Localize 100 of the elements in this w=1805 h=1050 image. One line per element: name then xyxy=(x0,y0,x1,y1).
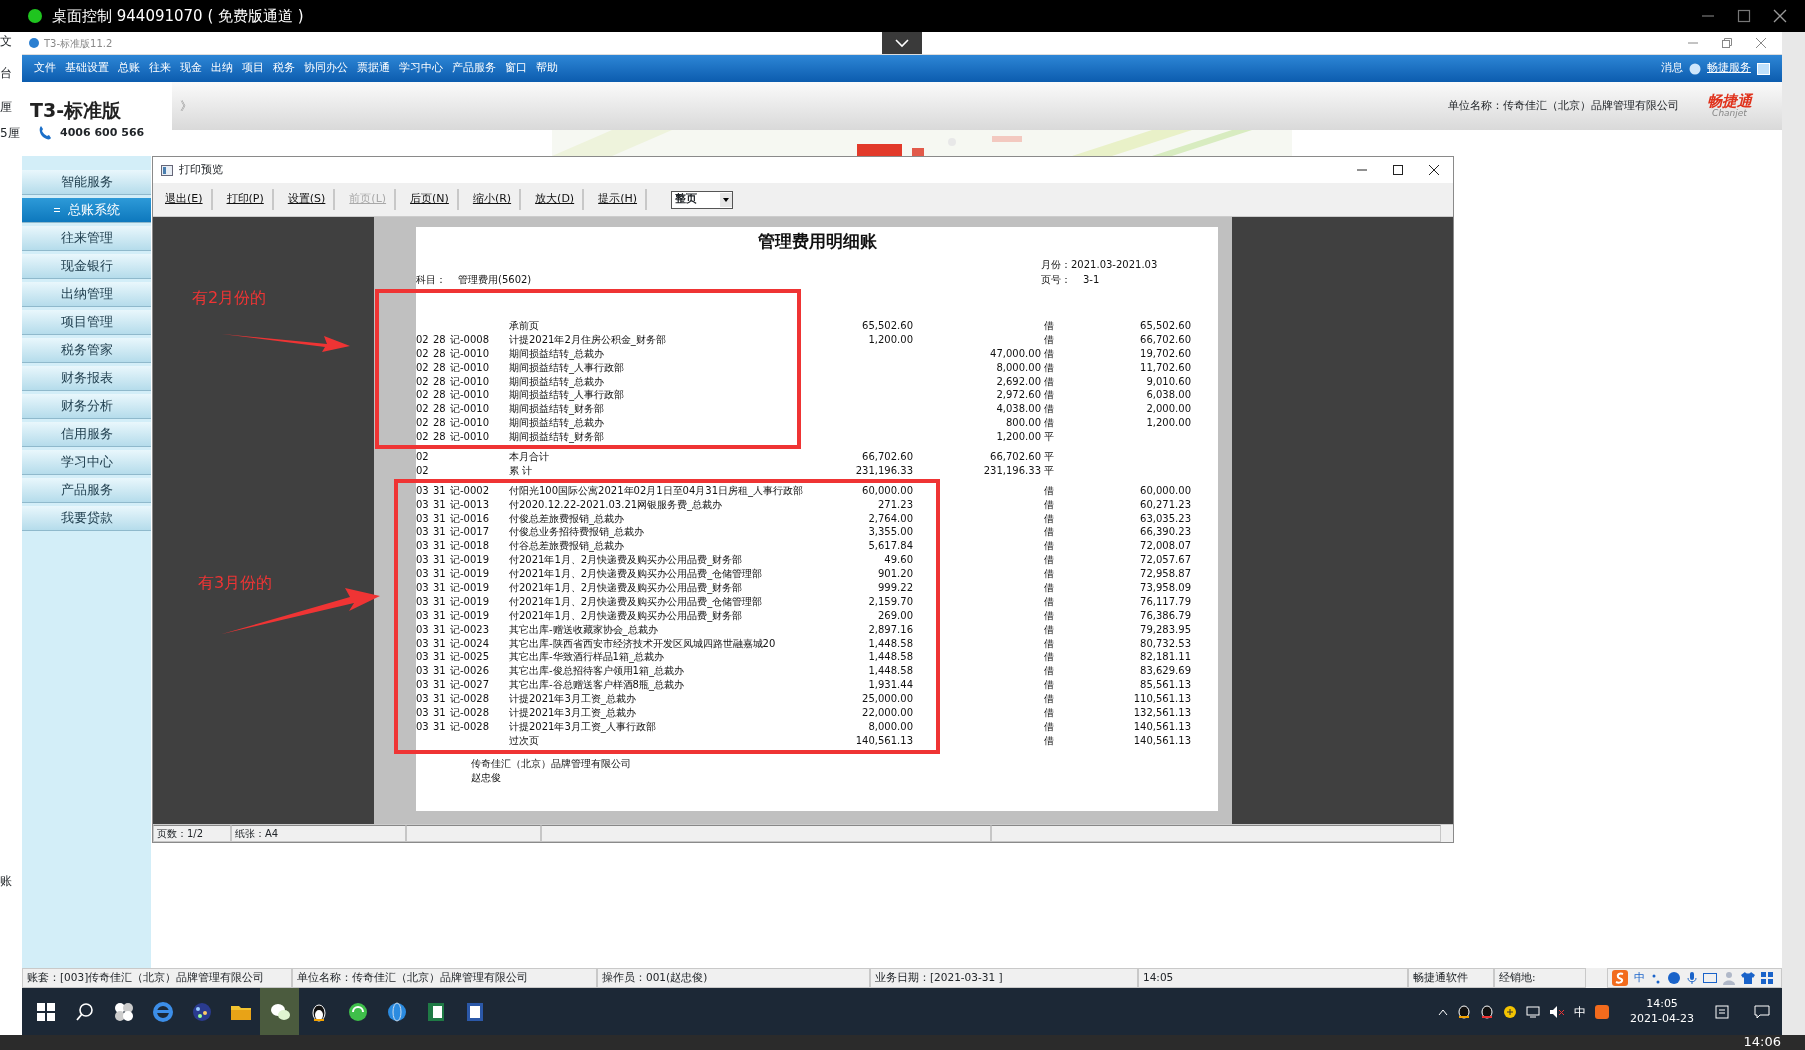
sidebar-item[interactable]: 出纳管理 xyxy=(22,282,151,307)
toolbar-button[interactable]: 缩小(R) xyxy=(464,189,522,210)
pinwheel-icon[interactable] xyxy=(112,1000,135,1023)
search-icon[interactable] xyxy=(73,1000,96,1023)
voucher-number: 记-0019 xyxy=(450,609,490,622)
panel-icon[interactable] xyxy=(1757,62,1770,75)
globe-icon[interactable] xyxy=(385,1000,408,1023)
menu-item[interactable]: 畅捷服务 xyxy=(1707,60,1751,77)
sidebar-item[interactable]: 总账系统 xyxy=(22,198,151,223)
menu-item[interactable]: 帮助 xyxy=(536,60,558,77)
sidebar-item[interactable]: 学习中心 xyxy=(22,450,151,475)
phone-icon xyxy=(38,124,52,141)
menu-item[interactable]: 产品服务 xyxy=(452,60,496,77)
phone-number: 4006 600 566 xyxy=(60,124,145,141)
edge-text: 台 xyxy=(0,65,13,82)
sidebar-item[interactable]: 智能服务 xyxy=(22,170,151,195)
grid-icon[interactable] xyxy=(1761,972,1773,984)
status-text: 纸张：A4 xyxy=(231,825,406,842)
windows-icon[interactable] xyxy=(34,1000,57,1023)
row-month: 02 xyxy=(416,431,429,444)
close-icon[interactable] xyxy=(1429,165,1439,175)
row-month: 03 xyxy=(416,679,429,692)
toolbar-button[interactable]: 设置(S) xyxy=(279,189,336,210)
dialog-title: 打印预览 xyxy=(179,161,223,178)
ring-icon[interactable] xyxy=(151,1000,174,1023)
app-icon xyxy=(28,37,40,49)
penguin-icon[interactable] xyxy=(1457,1004,1472,1019)
penguin-icon[interactable] xyxy=(1480,1004,1495,1019)
footer-text: 传奇佳汇（北京）品牌管理有限公司 xyxy=(471,756,632,770)
balance-amount: 79,283.95 xyxy=(1140,623,1191,636)
voucher-number: 记-0019 xyxy=(450,568,490,581)
row-day: 28 xyxy=(433,389,446,402)
collapse-button[interactable] xyxy=(882,32,922,54)
sidebar-item[interactable]: 我要贷款 xyxy=(22,506,151,531)
menu-item[interactable]: 项目 xyxy=(242,60,264,77)
chevron-up-icon[interactable] xyxy=(1438,1007,1449,1016)
row-month: 02 xyxy=(416,375,429,388)
row-summary: 累 计 xyxy=(509,464,533,477)
voucher-number: 记-0024 xyxy=(450,637,490,650)
balance-amount: 19,702.60 xyxy=(1140,347,1191,360)
clock-time[interactable]: 14:06 xyxy=(1743,1035,1781,1048)
input-mode[interactable]: 中 xyxy=(1574,1002,1587,1021)
menu-item[interactable]: 现金 xyxy=(180,60,202,77)
menu-item[interactable]: 学习中心 xyxy=(399,60,443,77)
menu-item[interactable]: 文件 xyxy=(34,60,56,77)
toolbar-button[interactable]: 提示(H) xyxy=(590,189,648,210)
row-summary: 期间损益结转_财务部 xyxy=(509,431,604,444)
clock-time[interactable]: 14:05 xyxy=(1646,996,1678,1012)
clock-date[interactable]: 2021-04-23 xyxy=(1630,1011,1694,1027)
dots-icon[interactable] xyxy=(190,1000,213,1023)
row-summary: 其它出库-俊总招待客户领用1箱_总裁办 xyxy=(509,665,684,678)
row-summary: 付2021年1月、2月快递费及购买办公用品费_财务部 xyxy=(509,554,743,567)
row-month: 02 xyxy=(416,347,429,360)
keyboard-icon[interactable] xyxy=(1703,972,1717,984)
balance-direction: 借 xyxy=(1043,389,1054,402)
speaker-muted-icon[interactable] xyxy=(1549,1004,1566,1019)
sidebar-item[interactable]: 项目管理 xyxy=(22,310,151,335)
toolbar-button[interactable]: 退出(E) xyxy=(157,189,213,210)
notification-icon[interactable] xyxy=(1754,1004,1770,1019)
edge-text: 5厘 xyxy=(0,125,21,142)
row-month: 03 xyxy=(416,484,429,497)
sidebar-item[interactable]: 税务管家 xyxy=(22,338,151,363)
sidebar-item[interactable]: 现金银行 xyxy=(22,254,151,279)
zoom-select[interactable]: 整页 xyxy=(671,190,734,209)
restore-icon[interactable] xyxy=(1722,38,1732,48)
notes-icon[interactable] xyxy=(1715,1004,1729,1019)
row-summary: 计提2021年3月工资_人事行政部 xyxy=(509,720,656,733)
menu-item[interactable]: 基础设置 xyxy=(65,60,109,77)
maximize-icon[interactable] xyxy=(1393,165,1403,175)
microphone-icon[interactable] xyxy=(1687,971,1697,985)
page-number-label: 页号： xyxy=(1041,273,1071,287)
toolbar-button[interactable]: 放大(D) xyxy=(527,189,585,210)
debit-amount: 65,502.60 xyxy=(862,319,913,332)
shirt-icon[interactable] xyxy=(1741,971,1755,985)
toolbar-button[interactable]: 后页(N) xyxy=(402,189,459,210)
voucher-number: 记-0019 xyxy=(450,581,490,594)
ime-mode[interactable]: 中 xyxy=(1634,970,1645,986)
row-summary: 其它出库-谷总赠送客户样酒8瓶_总裁办 xyxy=(509,679,684,692)
debit-amount: 1,931.44 xyxy=(868,679,913,692)
menu-item[interactable]: 窗口 xyxy=(505,60,527,77)
plus-circle-icon[interactable] xyxy=(1503,1004,1518,1019)
menu-item[interactable]: 总账 xyxy=(118,60,140,77)
sidebar-item[interactable]: 产品服务 xyxy=(22,478,151,503)
close-icon[interactable] xyxy=(1773,9,1787,23)
toolbar-button[interactable]: 打印(P) xyxy=(218,189,274,210)
voucher-number: 记-0018 xyxy=(450,540,490,553)
row-day: 28 xyxy=(433,417,446,430)
balance-amount: 72,057.67 xyxy=(1140,554,1191,567)
menu-item[interactable]: 票据通 xyxy=(357,60,390,77)
sidebar-item[interactable]: 财务分析 xyxy=(22,394,151,419)
sidebar-item[interactable]: 往来管理 xyxy=(22,226,151,251)
sidebar-item[interactable]: 信用服务 xyxy=(22,422,151,447)
menu-item[interactable]: 出纳 xyxy=(211,60,233,77)
refresh-icon[interactable] xyxy=(346,1000,369,1023)
menu-item[interactable]: 协同办公 xyxy=(304,60,348,77)
menu-item[interactable]: 往来 xyxy=(149,60,171,77)
menu-item[interactable]: 税务 xyxy=(273,60,295,77)
menu-item[interactable]: 消息 xyxy=(1661,60,1683,77)
sidebar-item[interactable]: 财务报表 xyxy=(22,366,151,391)
credit-amount: 4,038.00 xyxy=(996,403,1041,416)
